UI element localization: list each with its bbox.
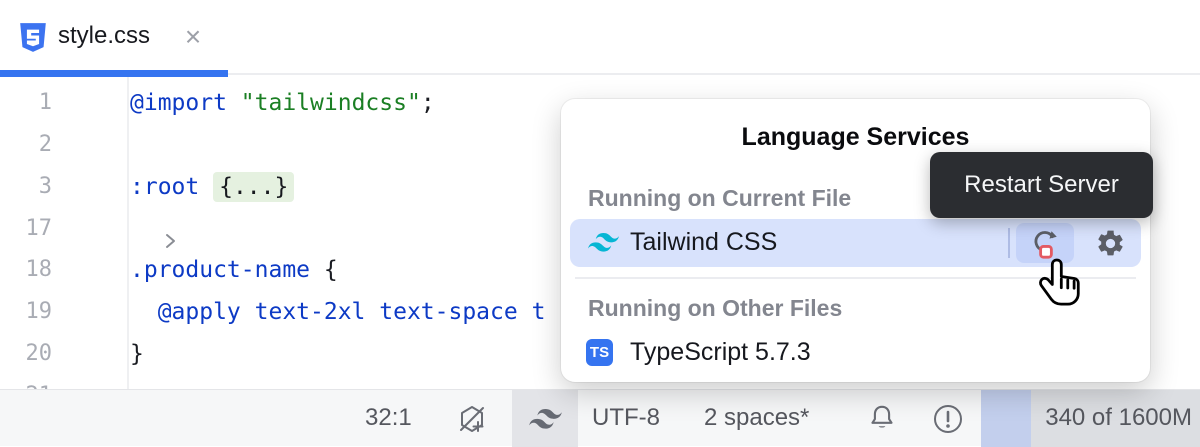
notifications-bell-icon[interactable]: [860, 390, 904, 447]
service-label: TypeScript 5.7.3: [630, 338, 811, 367]
code-token: "tailwindcss": [241, 90, 421, 116]
line-number: 2: [0, 124, 52, 166]
close-icon[interactable]: ×: [180, 24, 206, 50]
actions-divider: [1008, 228, 1010, 258]
memory-usage-fill: [981, 390, 1031, 447]
code-token: ;: [421, 90, 435, 116]
tailwind-logo-icon: [588, 233, 619, 257]
language-services-widget[interactable]: [512, 390, 578, 447]
code-token: }: [130, 341, 144, 367]
settings-button[interactable]: [1084, 223, 1136, 263]
error-circle-icon[interactable]: [926, 390, 970, 447]
section-header-other-files: Running on Other Files: [588, 295, 842, 322]
code-token: @apply text-2xl text-space t: [130, 299, 545, 325]
tailwind-logo-icon: [529, 409, 562, 429]
code-token: .product-name: [130, 257, 310, 283]
encoding-widget[interactable]: UTF-8: [592, 390, 660, 447]
language-services-popup: Language Services Running on Current Fil…: [561, 99, 1150, 382]
code-token: {: [310, 257, 338, 283]
status-bar: 32:1 UTF-8 2 spaces* 340 of 1600M: [0, 389, 1200, 446]
restart-server-tooltip: Restart Server: [930, 152, 1153, 218]
indent-widget[interactable]: 2 spaces*: [704, 390, 809, 447]
section-header-current-file: Running on Current File: [588, 185, 851, 212]
popup-title: Language Services: [561, 123, 1150, 152]
inspections-disabled-icon[interactable]: [452, 390, 492, 447]
typescript-logo-icon: TS: [586, 339, 613, 366]
line-number: 1: [0, 82, 52, 124]
restart-server-icon: [1028, 226, 1062, 260]
tooltip-text: Restart Server: [964, 171, 1119, 199]
line-number: 19: [0, 291, 52, 333]
hand-pointer-cursor: [1036, 256, 1088, 321]
tab-style-css[interactable]: style.css ×: [0, 0, 228, 75]
editor-tab-bar: style.css ×: [0, 0, 1200, 75]
line-number: 18: [0, 249, 52, 291]
settings-gear-icon: [1095, 228, 1126, 259]
memory-indicator-widget[interactable]: 340 of 1600M: [981, 390, 1200, 447]
code-token: @import: [130, 90, 227, 116]
list-item-typescript[interactable]: TS TypeScript 5.7.3: [570, 331, 1141, 375]
caret-position-widget[interactable]: 32:1: [365, 390, 412, 447]
code-token: :root: [130, 174, 199, 200]
line-number: 17: [0, 208, 52, 250]
code-token: [227, 90, 241, 116]
service-label: Tailwind CSS: [630, 228, 777, 257]
folded-region[interactable]: {...}: [213, 172, 294, 202]
code-token: [199, 174, 213, 200]
tab-label: style.css: [58, 22, 150, 50]
line-number: 20: [0, 333, 52, 375]
line-number: 21: [0, 375, 52, 389]
css-file-icon: [18, 22, 48, 59]
memory-indicator-label: 340 of 1600M: [1045, 390, 1192, 447]
line-number: 3: [0, 166, 52, 208]
active-tab-indicator: [0, 70, 228, 77]
